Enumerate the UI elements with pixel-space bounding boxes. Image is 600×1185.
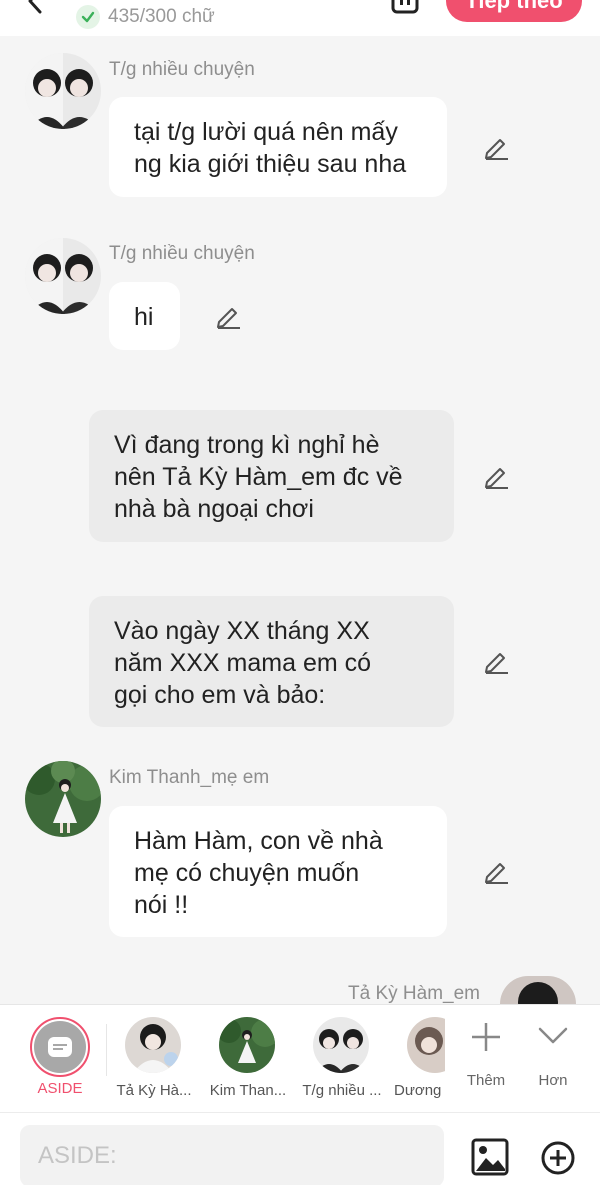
check-icon (76, 5, 100, 29)
message-line: Vào ngày XX tháng XX (114, 617, 370, 645)
character-item[interactable]: Kim Than... (201, 1005, 295, 1113)
message-line: gọi cho em và bảo: (114, 681, 326, 709)
character-name: T/g nhiều ... (302, 1082, 382, 1099)
avatar (125, 1017, 181, 1073)
narration-bubble[interactable]: Vì đang trong kì nghỉ hè nên Tả Kỳ Hàm_e… (89, 410, 454, 542)
aside-selector[interactable] (30, 1017, 90, 1077)
message-line: năm XXX mama em có (114, 649, 372, 677)
avatar[interactable] (500, 976, 576, 1004)
top-bar: 435/300 chữ Tiếp theo (0, 0, 600, 36)
next-button[interactable]: Tiếp theo (446, 0, 582, 22)
message-line: Vì đang trong kì nghỉ hè (114, 431, 380, 459)
avatar[interactable] (25, 53, 101, 129)
narration-bubble[interactable]: Vào ngày XX tháng XX năm XXX mama em có … (89, 596, 454, 727)
avatar (219, 1017, 275, 1073)
add-character-label[interactable]: Thêm (456, 1072, 516, 1089)
sender-name: T/g nhiều chuyện (109, 243, 255, 264)
add-character-icon[interactable] (469, 1020, 503, 1054)
character-item[interactable]: Dương (389, 1005, 445, 1113)
add-circle-icon[interactable] (540, 1140, 576, 1176)
sender-name: Kim Thanh_mẹ em (109, 767, 270, 788)
edit-pencil-icon[interactable] (482, 857, 510, 885)
message-line: mẹ có chuyện muốn (134, 859, 360, 887)
sender-name: Tả Kỳ Hàm_em (348, 983, 480, 1004)
aside-chat-icon (48, 1037, 72, 1057)
character-name: Kim Than... (209, 1082, 287, 1099)
message-bubble[interactable]: hi (109, 282, 180, 350)
calendar-icon[interactable] (391, 0, 419, 14)
character-name: Dương (394, 1082, 442, 1099)
message-line: hi (134, 303, 154, 331)
message-line: nói !! (134, 891, 189, 919)
character-item[interactable]: Tả Kỳ Hà... (107, 1005, 201, 1113)
image-icon[interactable] (471, 1138, 509, 1176)
character-name: Tả Kỳ Hà... (116, 1082, 192, 1099)
message-bubble[interactable]: Hàm Hàm, con về nhà mẹ có chuyện muốn nó… (109, 806, 447, 937)
edit-pencil-icon[interactable] (482, 462, 510, 490)
edit-pencil-icon[interactable] (482, 133, 510, 161)
char-count-text: 435/300 chữ (108, 6, 215, 27)
edit-pencil-icon[interactable] (482, 647, 510, 675)
char-count: 435/300 chữ (76, 5, 215, 29)
composer-bar (0, 1112, 600, 1185)
character-item[interactable]: T/g nhiều ... (295, 1005, 389, 1113)
chevron-down-icon[interactable] (536, 1019, 570, 1053)
avatar (313, 1017, 369, 1073)
aside-label[interactable]: ASIDE (25, 1080, 95, 1097)
message-line: ng kia giới thiệu sau nha (134, 150, 407, 178)
divider (106, 1024, 107, 1076)
message-bubble[interactable]: tại t/g lười quá nên mấy ng kia giới thi… (109, 97, 447, 197)
avatar[interactable] (25, 238, 101, 314)
message-line: nhà bà ngoại chơi (114, 495, 314, 523)
sender-name: T/g nhiều chuyện (109, 59, 255, 80)
message-input[interactable] (20, 1125, 444, 1185)
back-arrow-icon[interactable] (22, 0, 48, 14)
message-line: Hàm Hàm, con về nhà (134, 827, 383, 855)
edit-pencil-icon[interactable] (214, 302, 242, 330)
more-label[interactable]: Hơn (523, 1072, 583, 1089)
message-line: tại t/g lười quá nên mấy (134, 118, 398, 146)
avatar (407, 1017, 445, 1073)
message-line: nên Tả Kỳ Hàm_em đc về (114, 463, 403, 491)
avatar[interactable] (25, 761, 101, 837)
